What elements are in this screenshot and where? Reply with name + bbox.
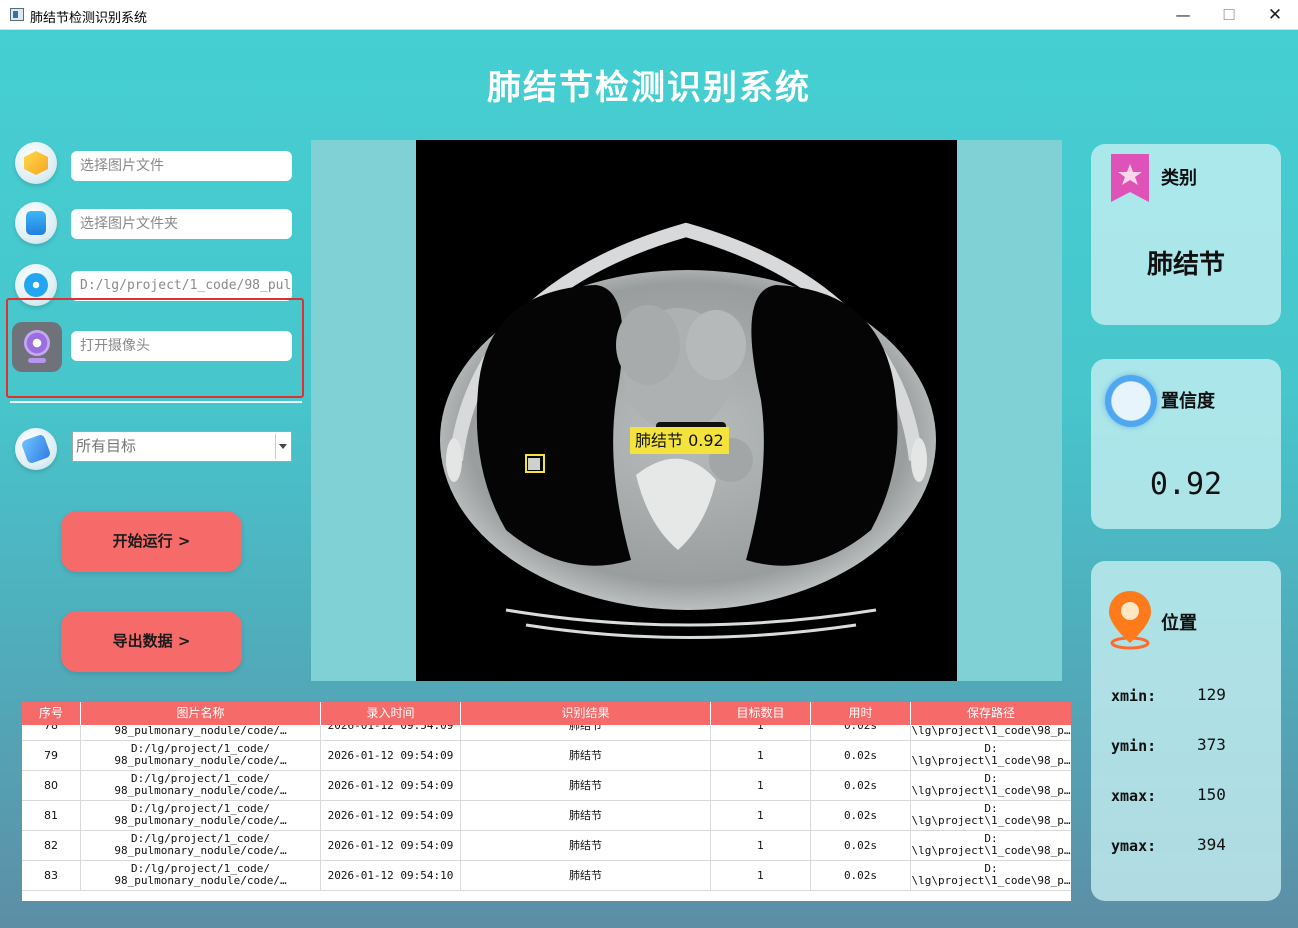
video-path-input[interactable]: D:/lg/project/1_code/98_pul bbox=[71, 271, 292, 301]
position-xmin: xmin: 129 bbox=[1111, 685, 1226, 705]
app-title: 肺结节检测识别系统 bbox=[487, 68, 811, 108]
map-pin-icon bbox=[1109, 591, 1151, 650]
maximize-button[interactable]: ☐ bbox=[1206, 0, 1252, 30]
row-index: 80 bbox=[22, 771, 81, 801]
row-count: 1 bbox=[711, 771, 811, 801]
confidence-value: 0.92 bbox=[1149, 467, 1223, 502]
row-save-path: D:\lg\project\1_code\98_p… bbox=[911, 773, 1071, 797]
main-panel: 肺结节检测识别系统 选择图片文件 选择图片文件夹 D:/lg/project/1… bbox=[0, 30, 1298, 928]
row-result: 肺结节 bbox=[461, 741, 711, 771]
row-index: 81 bbox=[22, 801, 81, 831]
row-index: 83 bbox=[22, 861, 81, 891]
ct-scan-image: 肺结节 0.92 bbox=[416, 140, 957, 681]
row-elapsed: 0.02s bbox=[811, 861, 911, 891]
divider bbox=[10, 401, 302, 403]
row-result: 肺结节 bbox=[461, 771, 711, 801]
row-count: 1 bbox=[711, 741, 811, 771]
position-ymin: ymin: 373 bbox=[1111, 735, 1226, 755]
column-header[interactable]: 录入时间 bbox=[321, 702, 461, 725]
row-time: 2026-01-12 09:54:09 bbox=[321, 741, 461, 771]
row-image-name: D:/lg/project/1_code/98_pulmonary_nodule… bbox=[81, 831, 321, 861]
row-index: 79 bbox=[22, 741, 81, 771]
image-file-input[interactable]: 选择图片文件 bbox=[71, 151, 292, 181]
results-table[interactable]: 序号 图片名称 录入时间 识别结果 目标数目 用时 保存路径 78 D:/lg/… bbox=[22, 702, 1071, 901]
row-count: 1 bbox=[711, 801, 811, 831]
row-time: 2026-01-12 09:54:10 bbox=[321, 861, 461, 891]
row-time: 2026-01-12 09:54:09 bbox=[321, 801, 461, 831]
column-header[interactable]: 目标数目 bbox=[711, 702, 811, 725]
window-title: 肺结节检测识别系统 bbox=[30, 11, 148, 26]
detection-box bbox=[525, 454, 545, 473]
table-row[interactable]: 79 D:/lg/project/1_code/98_pulmonary_nod… bbox=[22, 741, 1071, 771]
row-elapsed: 0.02s bbox=[811, 725, 911, 741]
tag-icon bbox=[15, 428, 57, 470]
row-save-path: D:\lg\project\1_code\98_p… bbox=[911, 725, 1071, 737]
row-save-path: D:\lg\project\1_code\98_p… bbox=[911, 803, 1071, 827]
table-row[interactable]: 78 D:/lg/project/1_code/98_pulmonary_nod… bbox=[22, 725, 1071, 741]
bookmark-star-icon bbox=[1111, 154, 1149, 202]
document-icon[interactable] bbox=[15, 202, 57, 244]
row-image-name: D:/lg/project/1_code/98_pulmonary_nodule… bbox=[81, 725, 321, 741]
highlight-frame bbox=[6, 298, 304, 398]
detection-label: 肺结节 0.92 bbox=[630, 427, 729, 454]
row-image-name: D:/lg/project/1_code/98_pulmonary_nodule… bbox=[81, 801, 321, 831]
table-body: 78 D:/lg/project/1_code/98_pulmonary_nod… bbox=[22, 725, 1071, 901]
app-icon bbox=[10, 8, 24, 21]
category-label: 类别 bbox=[1161, 168, 1197, 189]
column-header[interactable]: 识别结果 bbox=[461, 702, 711, 725]
row-count: 1 bbox=[711, 725, 811, 741]
chevron-down-icon[interactable] bbox=[275, 434, 289, 459]
row-time: 2026-01-12 09:54:09 bbox=[321, 831, 461, 861]
row-image-name: D:/lg/project/1_code/98_pulmonary_nodule… bbox=[81, 741, 321, 771]
row-image-name: D:/lg/project/1_code/98_pulmonary_nodule… bbox=[81, 771, 321, 801]
close-button[interactable]: ✕ bbox=[1252, 0, 1298, 30]
column-header[interactable]: 用时 bbox=[811, 702, 911, 725]
row-elapsed: 0.02s bbox=[811, 771, 911, 801]
row-index: 78 bbox=[22, 725, 81, 741]
row-index: 82 bbox=[22, 831, 81, 861]
row-time: 2026-01-12 09:54:09 bbox=[321, 771, 461, 801]
category-value: 肺结节 bbox=[1146, 250, 1225, 280]
position-ymax: ymax: 394 bbox=[1111, 835, 1226, 855]
row-elapsed: 0.02s bbox=[811, 801, 911, 831]
confidence-label: 置信度 bbox=[1161, 391, 1215, 412]
position-xmax: xmax: 150 bbox=[1111, 785, 1226, 805]
row-result: 肺结节 bbox=[461, 725, 711, 741]
row-result: 肺结节 bbox=[461, 861, 711, 891]
table-row[interactable]: 83 D:/lg/project/1_code/98_pulmonary_nod… bbox=[22, 861, 1071, 891]
ring-icon bbox=[1105, 375, 1157, 427]
start-button[interactable]: 开始运行 > bbox=[61, 511, 242, 572]
table-row[interactable]: 80 D:/lg/project/1_code/98_pulmonary_nod… bbox=[22, 771, 1071, 801]
position-label: 位置 bbox=[1161, 613, 1197, 634]
target-select-value: 所有目标 bbox=[76, 437, 137, 455]
row-time: 2026-01-12 09:54:09 bbox=[321, 725, 461, 741]
table-row[interactable]: 82 D:/lg/project/1_code/98_pulmonary_nod… bbox=[22, 831, 1071, 861]
row-count: 1 bbox=[711, 831, 811, 861]
minimize-button[interactable]: — bbox=[1160, 0, 1206, 30]
row-image-name: D:/lg/project/1_code/98_pulmonary_nodule… bbox=[81, 861, 321, 891]
window-titlebar: 肺结节检测识别系统 — ☐ ✕ bbox=[0, 0, 1298, 30]
category-card: 类别 肺结节 bbox=[1091, 144, 1281, 325]
row-count: 1 bbox=[711, 861, 811, 891]
row-save-path: D:\lg\project\1_code\98_p… bbox=[911, 743, 1071, 767]
table-row[interactable]: 81 D:/lg/project/1_code/98_pulmonary_nod… bbox=[22, 801, 1071, 831]
row-elapsed: 0.02s bbox=[811, 741, 911, 771]
column-header[interactable]: 序号 bbox=[22, 702, 81, 725]
image-viewer: 肺结节 0.92 bbox=[311, 140, 1062, 681]
export-button[interactable]: 导出数据 > bbox=[61, 611, 242, 672]
image-folder-input[interactable]: 选择图片文件夹 bbox=[71, 209, 292, 239]
ct-scan-drawing bbox=[440, 222, 936, 639]
row-result: 肺结节 bbox=[461, 831, 711, 861]
position-card: 位置 xmin: 129 ymin: 373 xmax: 150 ymax: 3… bbox=[1091, 561, 1281, 901]
column-header[interactable]: 图片名称 bbox=[81, 702, 321, 725]
row-elapsed: 0.02s bbox=[811, 831, 911, 861]
table-header: 序号 图片名称 录入时间 识别结果 目标数目 用时 保存路径 bbox=[22, 702, 1071, 725]
column-header[interactable]: 保存路径 bbox=[911, 702, 1071, 725]
confidence-card: 置信度 0.92 bbox=[1091, 359, 1281, 529]
target-select[interactable]: 所有目标 bbox=[72, 431, 292, 462]
box-icon[interactable] bbox=[15, 142, 57, 184]
row-result: 肺结节 bbox=[461, 801, 711, 831]
row-save-path: D:\lg\project\1_code\98_p… bbox=[911, 833, 1071, 857]
row-save-path: D:\lg\project\1_code\98_p… bbox=[911, 863, 1071, 887]
